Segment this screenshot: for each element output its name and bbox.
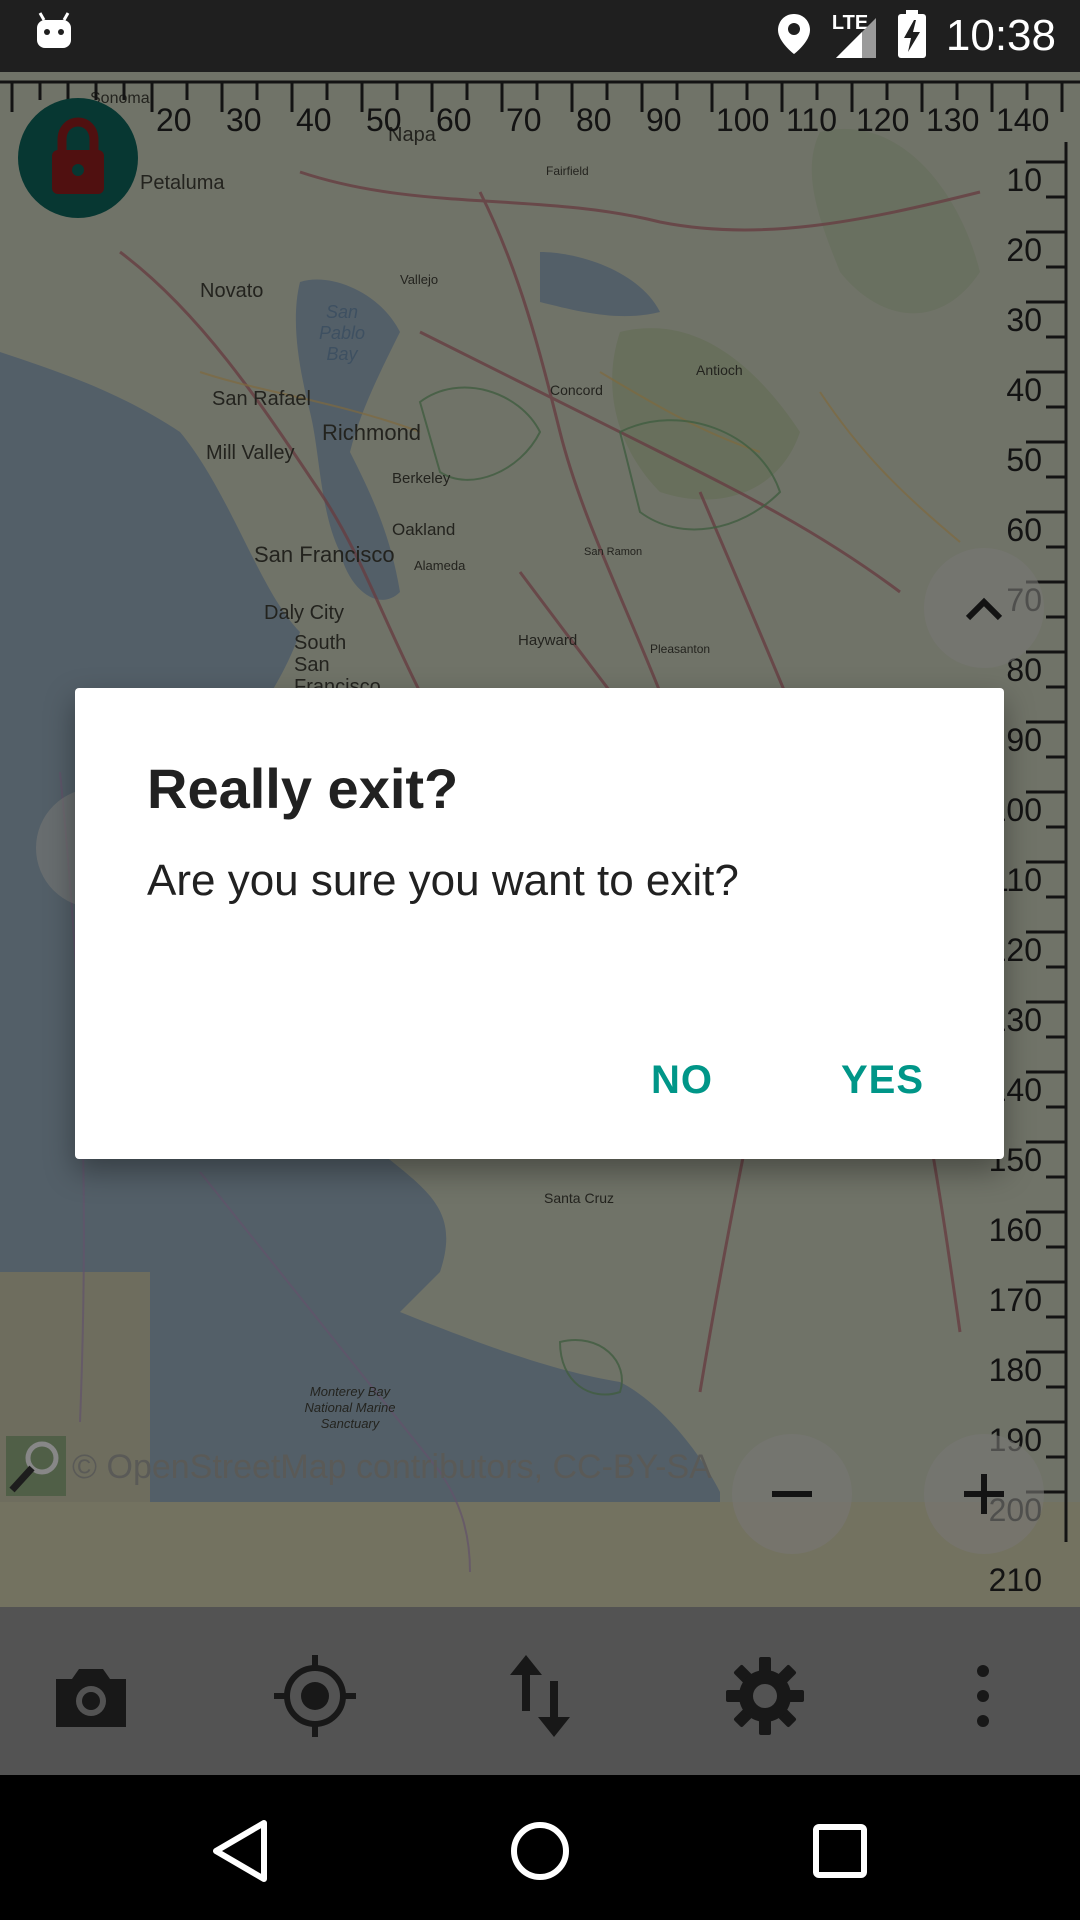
- no-button[interactable]: NO: [635, 1048, 729, 1113]
- dialog-message: Are you sure you want to exit?: [147, 856, 739, 905]
- navigation-bar: [0, 1775, 1080, 1920]
- recents-button[interactable]: [800, 1811, 880, 1891]
- clock: 10:38: [945, 11, 1056, 60]
- back-icon: [213, 1820, 267, 1882]
- back-button[interactable]: [202, 1811, 282, 1891]
- home-button[interactable]: [500, 1811, 580, 1891]
- yes-button[interactable]: YES: [825, 1048, 940, 1113]
- exit-dialog: Really exit? Are you sure you want to ex…: [75, 688, 1004, 1159]
- battery-charging-icon: [897, 9, 926, 63]
- dialog-title: Really exit?: [147, 757, 459, 820]
- location-icon: [776, 12, 812, 61]
- status-bar: LTE 10:38: [0, 0, 1080, 72]
- recents-icon: [813, 1824, 867, 1878]
- home-icon: [511, 1822, 569, 1880]
- android-debug-icon: [34, 12, 74, 57]
- signal-icon: LTE: [832, 12, 878, 60]
